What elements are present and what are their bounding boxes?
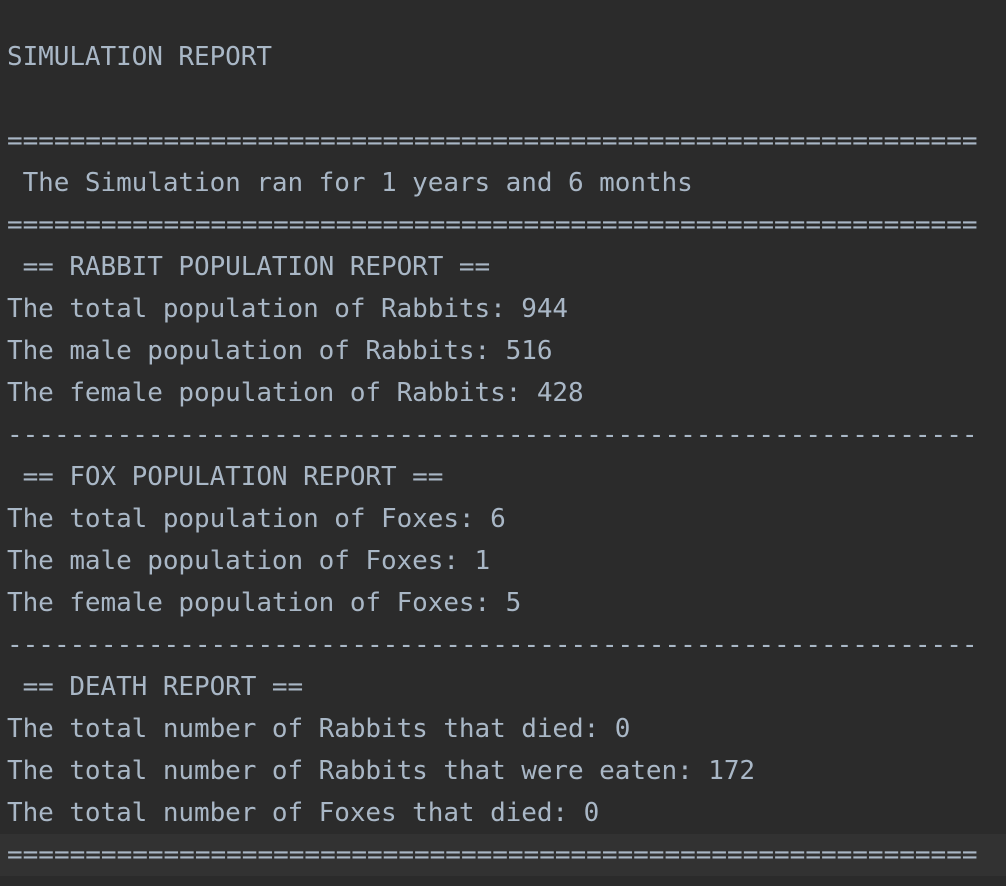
double-separator: ========================================…: [7, 840, 978, 870]
foxes-died-count: The total number of Foxes that died: 0: [7, 798, 600, 828]
console-output[interactable]: SIMULATION REPORT ======================…: [0, 0, 1006, 886]
death-report-heading: == DEATH REPORT ==: [7, 672, 304, 702]
fox-male-population: The male population of Foxes: 1: [7, 546, 491, 576]
report-title: SIMULATION REPORT: [7, 42, 272, 72]
rabbit-report-heading: == RABBIT POPULATION REPORT ==: [7, 252, 491, 282]
single-separator: ----------------------------------------…: [7, 630, 978, 660]
fox-total-population: The total population of Foxes: 6: [7, 504, 506, 534]
single-separator: ----------------------------------------…: [7, 420, 978, 450]
double-separator: ========================================…: [7, 126, 978, 156]
fox-report-heading: == FOX POPULATION REPORT ==: [7, 462, 444, 492]
fox-female-population: The female population of Foxes: 5: [7, 588, 522, 618]
rabbits-eaten-count: The total number of Rabbits that were ea…: [7, 756, 755, 786]
rabbits-died-count: The total number of Rabbits that died: 0: [7, 714, 631, 744]
rabbit-female-population: The female population of Rabbits: 428: [7, 378, 584, 408]
double-separator: ========================================…: [7, 210, 978, 240]
simulation-duration: The Simulation ran for 1 years and 6 mon…: [7, 168, 693, 198]
rabbit-male-population: The male population of Rabbits: 516: [7, 336, 553, 366]
rabbit-total-population: The total population of Rabbits: 944: [7, 294, 568, 324]
